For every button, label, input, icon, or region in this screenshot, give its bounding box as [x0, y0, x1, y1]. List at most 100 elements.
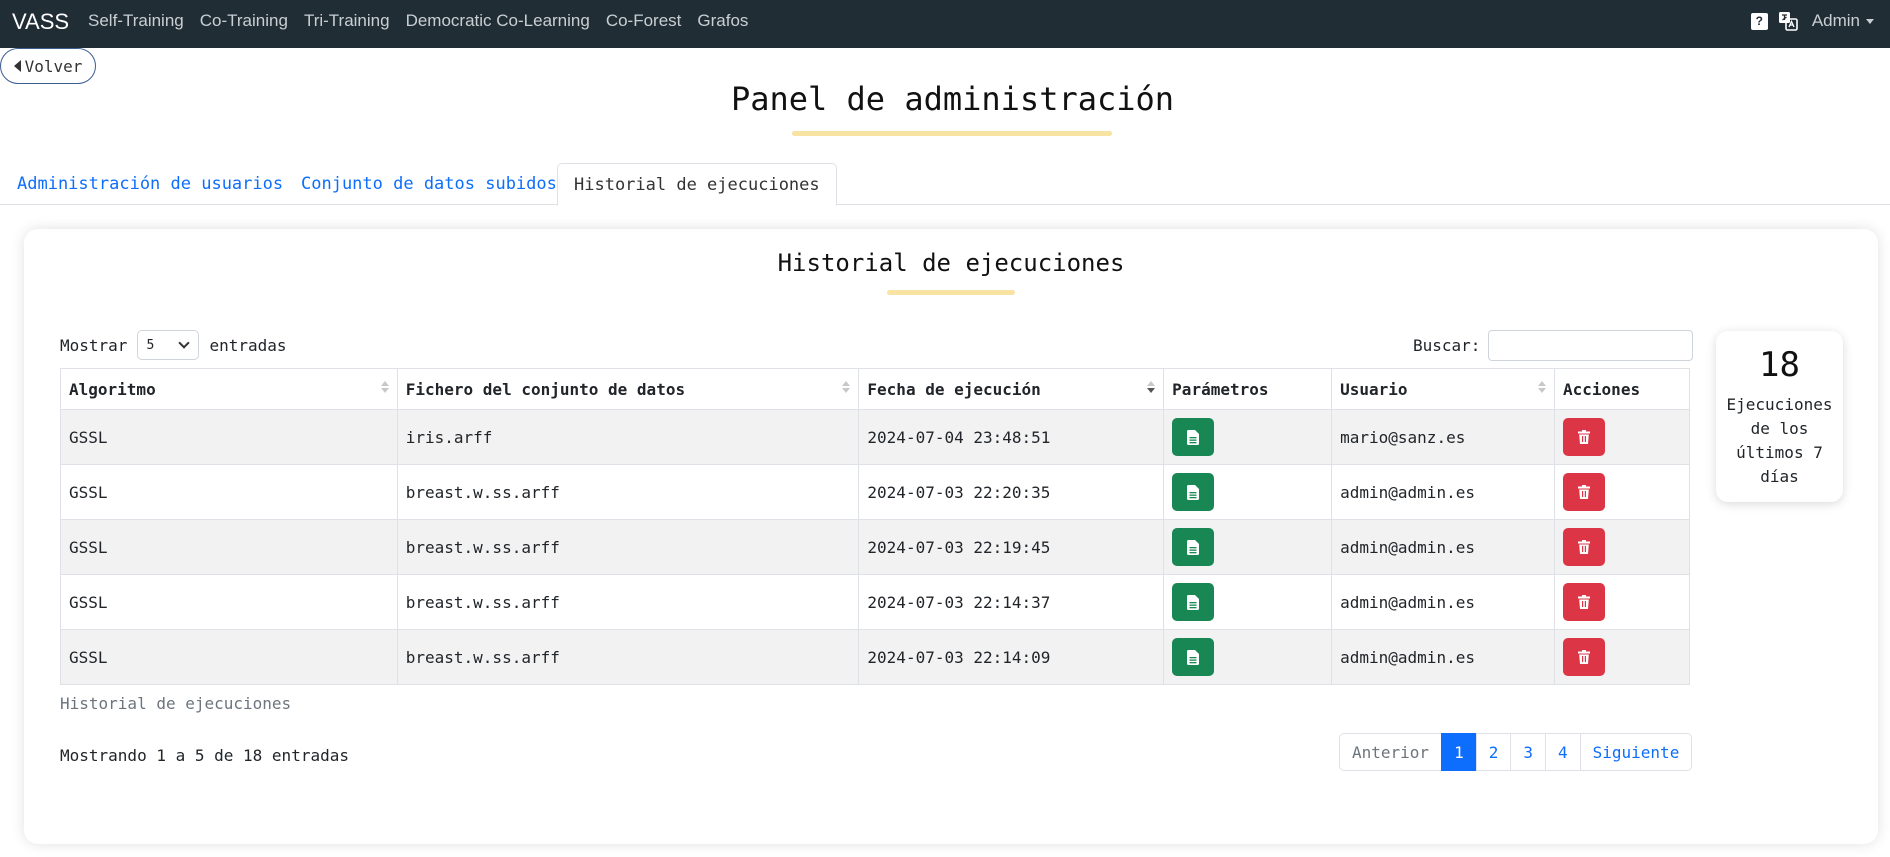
- trash-icon: [1578, 540, 1591, 554]
- file-text-icon: [1187, 594, 1200, 610]
- table-row: GSSL breast.w.ss.arff 2024-07-03 22:19:4…: [60, 519, 1690, 575]
- pagination-previous[interactable]: Anterior: [1339, 733, 1443, 771]
- user-menu-label: Admin: [1811, 11, 1860, 30]
- search-label: Buscar:: [1413, 336, 1481, 355]
- column-header-dataset-file[interactable]: Fichero del conjunto de datos: [396, 368, 860, 410]
- nav-links: Self-Training Co-Training Tri-Training D…: [88, 11, 748, 31]
- nav-link-tri-training[interactable]: Tri-Training: [304, 11, 390, 31]
- cell-actions: [1554, 464, 1690, 520]
- cell-execution-date: 2024-07-03 22:19:45: [858, 519, 1165, 575]
- column-header-execution-date[interactable]: Fecha de ejecución: [858, 368, 1165, 410]
- column-header-label: Acciones: [1563, 379, 1641, 399]
- stat-value: 18: [1759, 345, 1800, 385]
- table-header-row: Algoritmo Fichero del conjunto de datos …: [60, 368, 1690, 410]
- search-control: Buscar:: [1413, 330, 1694, 361]
- nav-link-co-forest[interactable]: Co-Forest: [606, 11, 682, 31]
- pagination-next[interactable]: Siguiente: [1579, 733, 1693, 771]
- back-button-label: Volver: [24, 56, 83, 76]
- tab-execution-history[interactable]: Historial de ejecuciones: [557, 163, 837, 206]
- file-text-icon: [1187, 539, 1200, 555]
- cell-parameters: [1163, 629, 1333, 685]
- nav-link-self-training[interactable]: Self-Training: [88, 11, 184, 31]
- question-icon[interactable]: ?: [1750, 12, 1768, 30]
- recent-executions-stat-card: 18 Ejecuciones de los últimos 7 días: [1716, 331, 1843, 502]
- column-header-parameters: Parámetros: [1163, 368, 1333, 410]
- cell-parameters: [1163, 464, 1333, 520]
- brand-logo[interactable]: VASS: [12, 9, 69, 35]
- cell-user: admin@admin.es: [1331, 629, 1556, 685]
- cell-user: admin@admin.es: [1331, 519, 1556, 575]
- tab-user-administration[interactable]: Administración de usuarios: [1, 163, 299, 205]
- table-caption: Historial de ejecuciones: [60, 694, 292, 713]
- cell-dataset-file: breast.w.ss.arff: [396, 464, 860, 520]
- delete-execution-button[interactable]: [1563, 473, 1606, 511]
- view-parameters-button[interactable]: [1172, 583, 1215, 621]
- view-parameters-button[interactable]: [1172, 638, 1215, 676]
- translate-icon[interactable]: [1778, 11, 1798, 31]
- file-text-icon: [1187, 429, 1200, 445]
- cell-execution-date: 2024-07-03 22:14:37: [858, 574, 1165, 630]
- sort-icon: [1538, 381, 1547, 393]
- table-row: GSSL breast.w.ss.arff 2024-07-03 22:14:0…: [60, 629, 1690, 685]
- delete-execution-button[interactable]: [1563, 583, 1606, 621]
- column-header-label: Algoritmo: [69, 379, 156, 399]
- cell-actions: [1554, 629, 1690, 685]
- view-parameters-button[interactable]: [1172, 418, 1215, 456]
- entries-per-page-select[interactable]: 5: [137, 330, 200, 360]
- delete-execution-button[interactable]: [1563, 418, 1606, 456]
- caret-left-icon: [13, 60, 21, 72]
- pagination-page-1[interactable]: 1: [1441, 733, 1477, 771]
- nav-link-democratic-co-learning[interactable]: Democratic Co-Learning: [406, 11, 590, 31]
- cell-actions: [1554, 519, 1690, 575]
- admin-tabs: Administración de usuarios Conjunto de d…: [0, 163, 1890, 206]
- view-parameters-button[interactable]: [1172, 473, 1215, 511]
- cell-algorithm: GSSL: [60, 409, 398, 465]
- column-header-user[interactable]: Usuario: [1331, 368, 1556, 410]
- sort-icon: [842, 381, 851, 393]
- length-prefix-label: Mostrar: [60, 335, 128, 355]
- table-row: GSSL iris.arff 2024-07-04 23:48:51 mario…: [60, 409, 1690, 465]
- column-header-algorithm[interactable]: Algoritmo: [60, 368, 398, 410]
- trash-icon: [1578, 650, 1591, 664]
- search-input[interactable]: [1488, 330, 1694, 361]
- cell-execution-date: 2024-07-03 22:14:09: [858, 629, 1165, 685]
- user-menu[interactable]: Admin: [1812, 11, 1874, 31]
- nav-link-co-training[interactable]: Co-Training: [200, 11, 288, 31]
- table-info: Mostrando 1 a 5 de 18 entradas: [60, 746, 349, 765]
- cell-parameters: [1163, 574, 1333, 630]
- pagination-page-4[interactable]: 4: [1544, 733, 1581, 771]
- tab-uploaded-datasets[interactable]: Conjunto de datos subidos: [285, 163, 573, 205]
- cell-dataset-file: breast.w.ss.arff: [396, 629, 860, 685]
- cell-parameters: [1163, 519, 1333, 575]
- view-parameters-button[interactable]: [1172, 528, 1215, 566]
- cell-execution-date: 2024-07-04 23:48:51: [858, 409, 1165, 465]
- back-button[interactable]: Volver: [0, 48, 96, 84]
- cell-algorithm: GSSL: [60, 574, 398, 630]
- cell-actions: [1554, 409, 1690, 465]
- nav-link-grafos[interactable]: Grafos: [697, 11, 748, 31]
- trash-icon: [1578, 485, 1591, 499]
- trash-icon: [1578, 595, 1591, 609]
- top-navbar: VASS Self-Training Co-Training Tri-Train…: [0, 0, 1890, 48]
- pagination-page-3[interactable]: 3: [1510, 733, 1546, 771]
- file-text-icon: [1187, 649, 1200, 665]
- execution-history-table: Algoritmo Fichero del conjunto de datos …: [60, 368, 1690, 685]
- cell-dataset-file: breast.w.ss.arff: [396, 574, 860, 630]
- pagination-page-2[interactable]: 2: [1475, 733, 1512, 771]
- cell-dataset-file: iris.arff: [396, 409, 860, 465]
- column-header-label: Fichero del conjunto de datos: [405, 379, 686, 399]
- page-title: Panel de administración: [730, 80, 1175, 118]
- card-title: Historial de ejecuciones: [777, 249, 1125, 277]
- sort-desc-icon: [1147, 381, 1156, 393]
- delete-execution-button[interactable]: [1563, 528, 1606, 566]
- nav-right: ? Admin: [1750, 11, 1874, 31]
- cell-user: admin@admin.es: [1331, 574, 1556, 630]
- title-underline: [792, 131, 1112, 136]
- column-header-actions: Acciones: [1554, 368, 1690, 410]
- cell-parameters: [1163, 409, 1333, 465]
- column-header-label: Fecha de ejecución: [867, 379, 1041, 399]
- pagination: Anterior 1 2 3 4 Siguiente: [1339, 733, 1693, 771]
- chevron-down-icon: [178, 337, 191, 349]
- stat-label: Ejecuciones de los últimos 7 días: [1726, 395, 1833, 486]
- delete-execution-button[interactable]: [1563, 638, 1606, 676]
